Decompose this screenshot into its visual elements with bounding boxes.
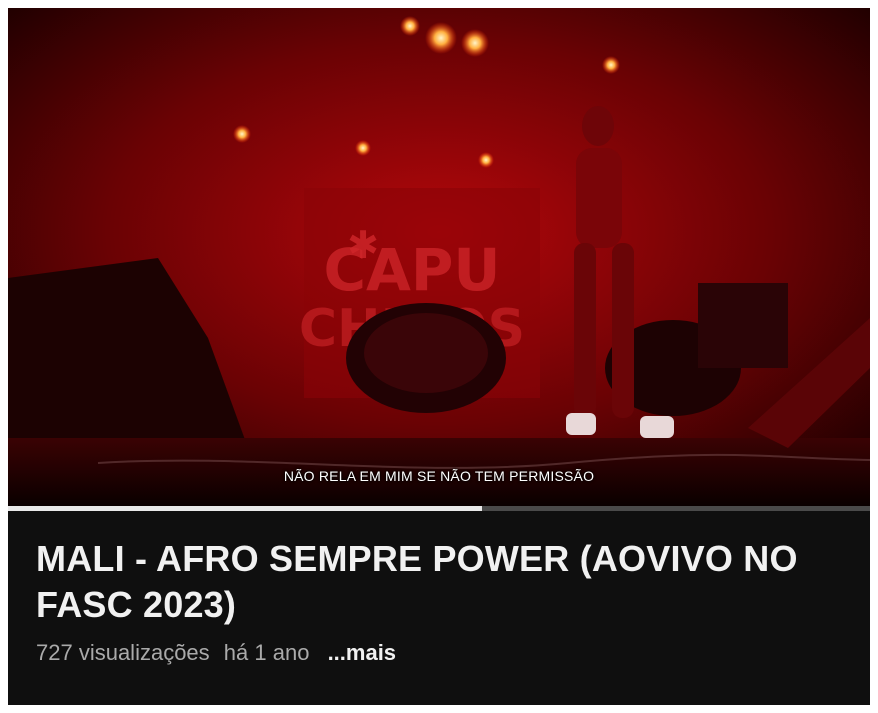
svg-text:✱: ✱ <box>347 225 379 267</box>
video-title[interactable]: MALI - AFRO SEMPRE POWER (AOVIVO NO FASC… <box>36 536 850 628</box>
video-frame: CAPU CHINOS ✱ <box>8 8 870 506</box>
video-player[interactable]: CAPU CHINOS ✱ NÃO RELA EM MIM SE NÃO TE <box>8 8 870 506</box>
video-subtitle: NÃO RELA EM MIM SE NÃO TEM PERMISSÃO <box>283 468 595 484</box>
video-card: CAPU CHINOS ✱ NÃO RELA EM MIM SE NÃO TE <box>8 8 870 705</box>
more-button[interactable]: ...mais <box>328 640 396 665</box>
progress-bar[interactable] <box>8 506 870 511</box>
upload-age: há 1 ano <box>223 640 310 665</box>
video-info: MALI - AFRO SEMPRE POWER (AOVIVO NO FASC… <box>36 536 850 666</box>
progress-bar-fill <box>8 506 483 511</box>
video-meta: 727 visualizações há 1 ano ...mais <box>36 640 850 666</box>
view-count: 727 visualizações <box>36 640 210 665</box>
